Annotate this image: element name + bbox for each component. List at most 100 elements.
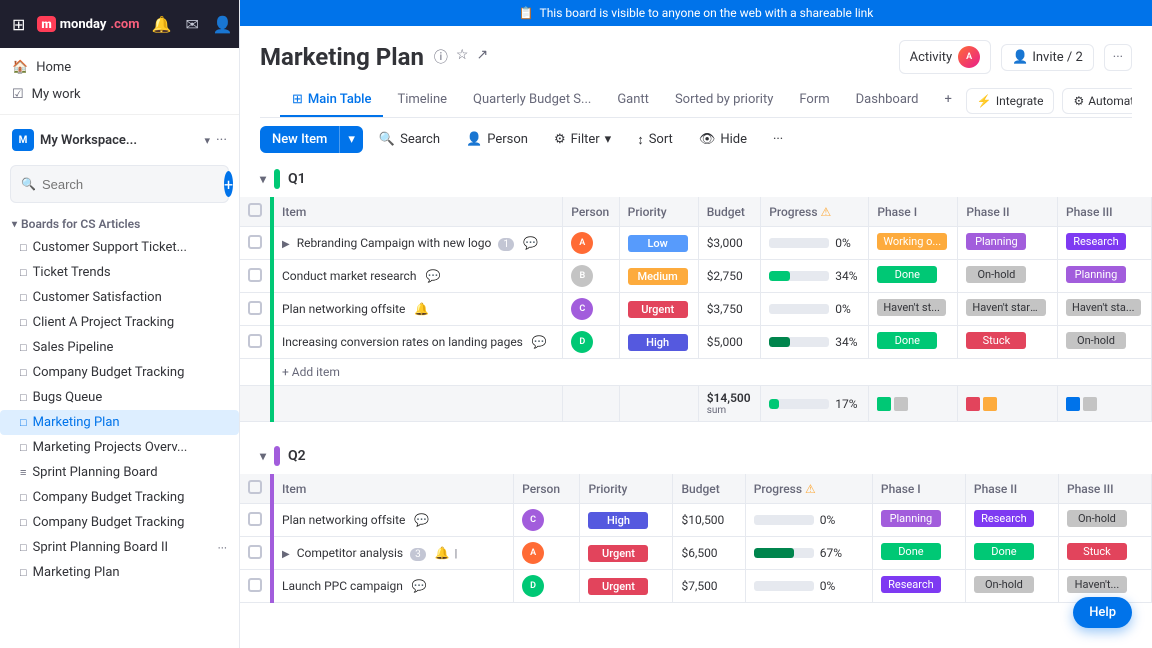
- row-expand-icon[interactable]: ▶: [282, 239, 290, 250]
- row-phase1[interactable]: Planning: [872, 504, 965, 537]
- tab-gantt[interactable]: Gantt: [605, 84, 661, 117]
- row-priority[interactable]: Low: [619, 227, 698, 260]
- row-phase1[interactable]: Done: [869, 260, 958, 293]
- row-phase2[interactable]: Haven't start...: [958, 293, 1058, 326]
- select-all-checkbox[interactable]: [248, 203, 262, 217]
- row-checkbox[interactable]: [240, 260, 272, 293]
- comment-icon[interactable]: 💬: [412, 579, 427, 593]
- row-checkbox[interactable]: [240, 570, 272, 603]
- invite-button[interactable]: 👤 Invite / 2: [1001, 44, 1094, 71]
- sidebar-search-box[interactable]: 🔍 +: [10, 165, 229, 203]
- sidebar-item-marketing-projects[interactable]: □ Marketing Projects Overv...: [0, 435, 239, 460]
- sidebar-item-sprint-planning[interactable]: ≡ Sprint Planning Board: [0, 460, 239, 485]
- tab-main-table[interactable]: ⊞ Main Table: [280, 84, 383, 117]
- info-icon[interactable]: ⓘ: [434, 47, 448, 67]
- sidebar-item-company-budget-3[interactable]: □ Company Budget Tracking: [0, 510, 239, 535]
- row-priority[interactable]: Urgent: [619, 293, 698, 326]
- more-options-button[interactable]: ···: [763, 127, 793, 152]
- workspace-header[interactable]: M My Workspace... ▾ ···: [0, 121, 239, 159]
- row-phase3[interactable]: Stuck: [1058, 537, 1151, 570]
- row-phase1[interactable]: Working o...: [869, 227, 958, 260]
- sidebar-item-marketing-plan[interactable]: □ Marketing Plan: [0, 410, 239, 435]
- row-phase3[interactable]: Haven't sta...: [1057, 293, 1151, 326]
- share-icon[interactable]: ↗: [476, 47, 488, 67]
- group-q2-arrow[interactable]: ▾: [260, 449, 266, 463]
- sort-button[interactable]: ↕ Sort: [627, 127, 683, 153]
- row-checkbox[interactable]: [240, 504, 272, 537]
- add-item-label[interactable]: + Add item: [272, 359, 1152, 386]
- hide-button[interactable]: 👁 Hide: [689, 127, 757, 152]
- grid-icon[interactable]: ⊞: [12, 15, 25, 34]
- sidebar-item-more-icon[interactable]: ···: [218, 541, 227, 555]
- group-q1-arrow[interactable]: ▾: [260, 172, 266, 186]
- row-phase3[interactable]: Planning: [1057, 260, 1151, 293]
- tab-add[interactable]: +: [933, 84, 964, 117]
- tab-form[interactable]: Form: [787, 84, 841, 117]
- search-button[interactable]: 🔍 Search: [369, 127, 450, 152]
- row-phase1[interactable]: Done: [869, 326, 958, 359]
- automate-button[interactable]: ⚙ Automate: [1062, 88, 1132, 114]
- sidebar-item-customer-satisfaction[interactable]: □ Customer Satisfaction: [0, 285, 239, 310]
- row-checkbox[interactable]: [240, 227, 272, 260]
- notification-icon[interactable]: 🔔: [414, 302, 429, 316]
- tab-sorted-priority[interactable]: Sorted by priority: [663, 84, 785, 117]
- row-priority[interactable]: High: [619, 326, 698, 359]
- select-all-checkbox[interactable]: [248, 480, 262, 494]
- row-priority[interactable]: Urgent: [580, 537, 673, 570]
- filter-button[interactable]: ⚙ Filter ▾: [544, 127, 621, 152]
- new-item-button[interactable]: New Item ▾: [260, 126, 363, 153]
- row-phase2[interactable]: Planning: [958, 227, 1058, 260]
- sidebar-item-ticket-trends[interactable]: □ Ticket Trends: [0, 260, 239, 285]
- row-phase2[interactable]: Done: [965, 537, 1058, 570]
- boards-section-header[interactable]: ▾ Boards for CS Articles: [0, 213, 239, 235]
- row-checkbox[interactable]: [240, 537, 272, 570]
- invite-icon[interactable]: 👤: [213, 15, 233, 34]
- tab-dashboard[interactable]: Dashboard: [844, 84, 931, 117]
- activity-button[interactable]: Activity A: [899, 40, 992, 74]
- row-phase1[interactable]: Research: [872, 570, 965, 603]
- message-icon[interactable]: ✉: [185, 15, 198, 34]
- row-checkbox[interactable]: [240, 326, 272, 359]
- sidebar-item-sales-pipeline[interactable]: □ Sales Pipeline: [0, 335, 239, 360]
- bell-icon[interactable]: 🔔: [152, 15, 172, 34]
- row-priority[interactable]: High: [580, 504, 673, 537]
- row-expand-icon[interactable]: ▶: [282, 549, 290, 560]
- row-priority[interactable]: Medium: [619, 260, 698, 293]
- row-phase3[interactable]: On-hold: [1057, 326, 1151, 359]
- board-more-button[interactable]: ···: [1104, 44, 1132, 71]
- tab-timeline[interactable]: Timeline: [385, 84, 459, 117]
- person-button[interactable]: 👤 Person: [456, 127, 538, 152]
- notification-icon[interactable]: 🔔: [435, 546, 450, 560]
- sidebar-item-home[interactable]: 🏠 Home: [0, 54, 239, 81]
- row-phase2[interactable]: On-hold: [958, 260, 1058, 293]
- comment-icon[interactable]: 💬: [523, 236, 538, 250]
- row-phase2[interactable]: Research: [965, 504, 1058, 537]
- comment-icon[interactable]: 💬: [532, 335, 547, 349]
- sidebar-item-company-budget[interactable]: □ Company Budget Tracking: [0, 360, 239, 385]
- sidebar-item-bugs-queue[interactable]: □ Bugs Queue: [0, 385, 239, 410]
- row-phase1[interactable]: Haven't st...: [869, 293, 958, 326]
- sidebar-item-mywork[interactable]: ☑ My work: [0, 81, 239, 108]
- search-input[interactable]: [42, 177, 218, 192]
- row-phase1[interactable]: Done: [872, 537, 965, 570]
- row-phase2[interactable]: Stuck: [958, 326, 1058, 359]
- comment-icon[interactable]: 💬: [414, 513, 429, 527]
- sidebar-item-marketing-plan-2[interactable]: □ Marketing Plan: [0, 560, 239, 585]
- sidebar-item-customer-support[interactable]: □ Customer Support Ticket...: [0, 235, 239, 260]
- integrate-button[interactable]: ⚡ Integrate: [966, 88, 1055, 114]
- row-phase2[interactable]: On-hold: [965, 570, 1058, 603]
- row-checkbox[interactable]: [240, 293, 272, 326]
- comment-icon[interactable]: 💬: [425, 269, 440, 283]
- star-icon[interactable]: ☆: [456, 47, 469, 67]
- row-phase3[interactable]: On-hold: [1058, 504, 1151, 537]
- help-button[interactable]: Help: [1073, 597, 1132, 628]
- add-button[interactable]: +: [224, 171, 233, 197]
- add-item-row[interactable]: + Add item: [240, 359, 1152, 386]
- row-priority[interactable]: Urgent: [580, 570, 673, 603]
- sidebar-item-sprint-planning-2[interactable]: □ Sprint Planning Board II ···: [0, 535, 239, 560]
- tab-quarterly-budget[interactable]: Quarterly Budget S...: [461, 84, 603, 117]
- sidebar-item-client-a[interactable]: □ Client A Project Tracking: [0, 310, 239, 335]
- workspace-more-icon[interactable]: ···: [216, 132, 227, 148]
- row-phase3[interactable]: Research: [1057, 227, 1151, 260]
- new-item-dropdown-icon[interactable]: ▾: [339, 126, 363, 153]
